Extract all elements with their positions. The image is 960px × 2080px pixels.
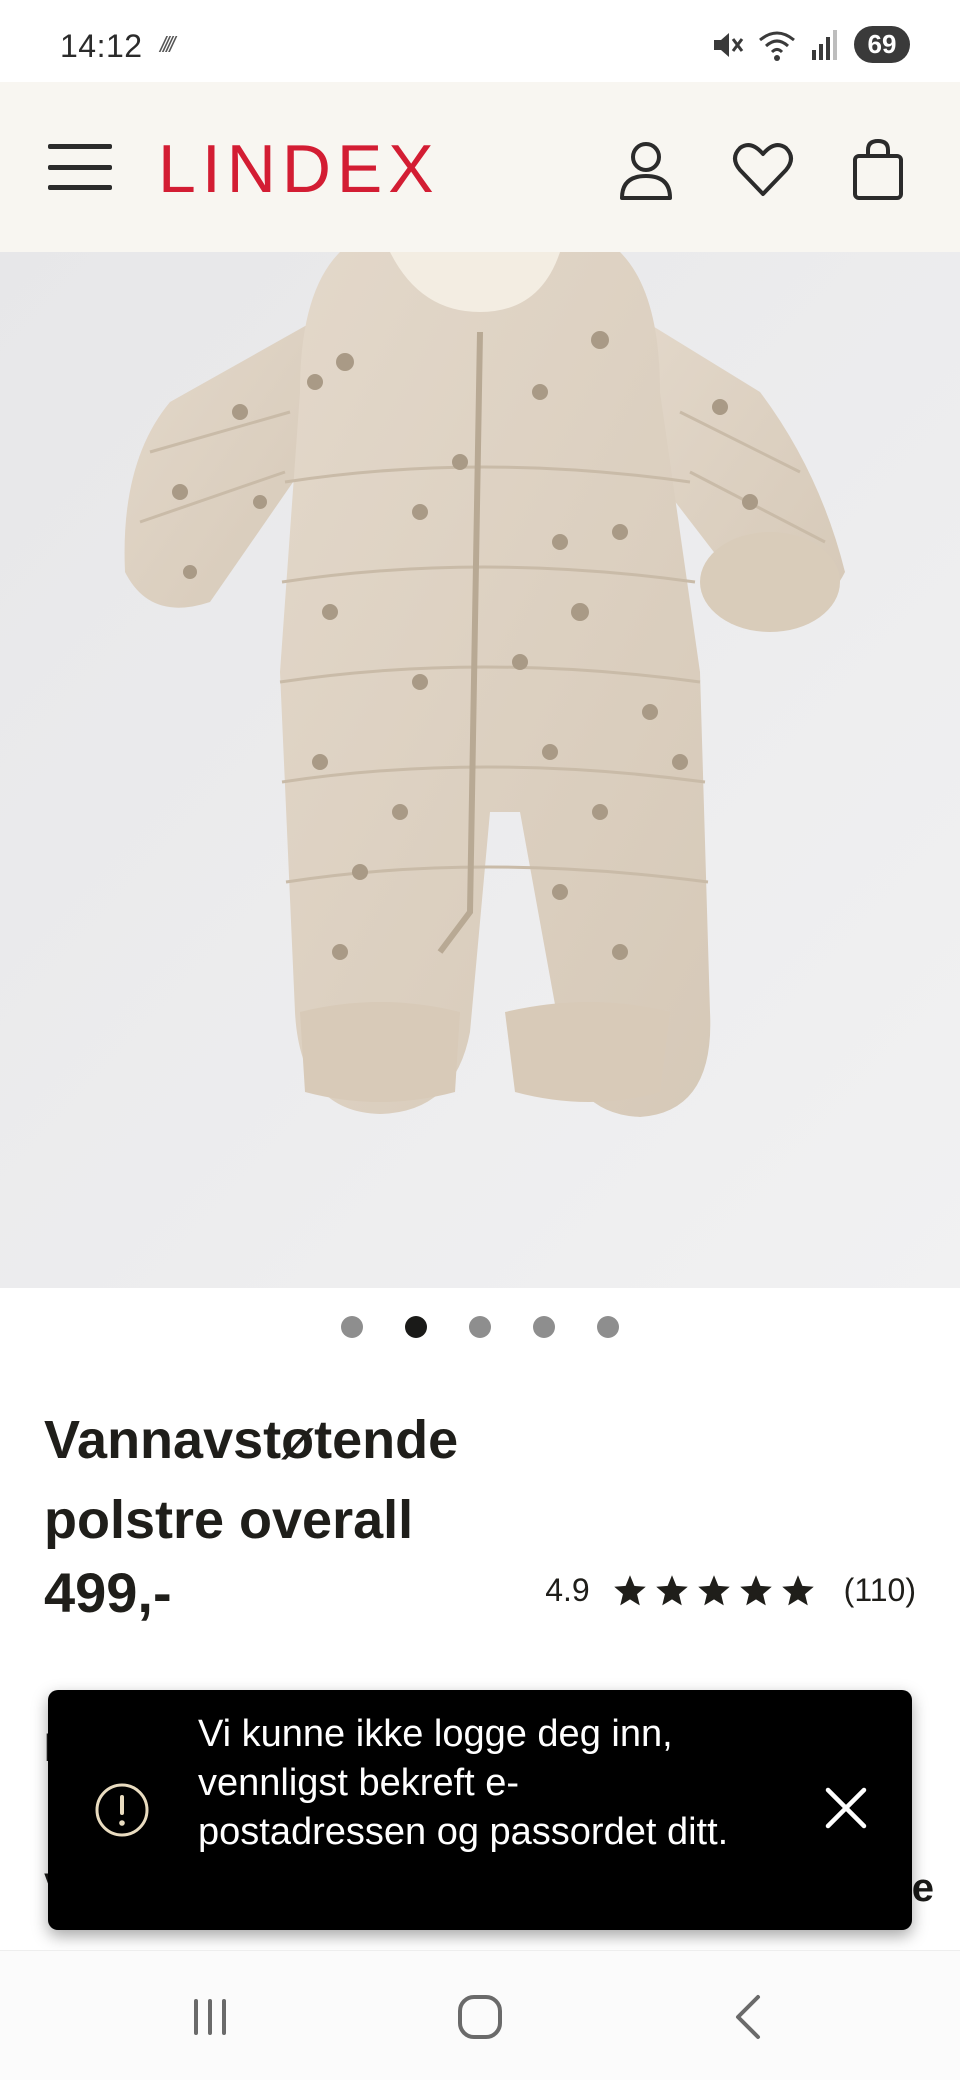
hidden-text-fragment: e	[911, 1866, 934, 1910]
gallery-pagination	[0, 1316, 960, 1338]
gallery-dot-active[interactable]	[405, 1316, 427, 1338]
status-data-indicator: ////	[160, 32, 176, 57]
wifi-icon	[759, 31, 795, 61]
signal-icon	[812, 29, 837, 60]
menu-icon[interactable]	[48, 144, 112, 190]
product-image-gallery[interactable]	[0, 252, 960, 1288]
product-price: 499,-	[44, 1561, 172, 1624]
rating-score: 4.9	[545, 1572, 590, 1608]
product-rating[interactable]: 4.9 (110)	[545, 1572, 916, 1609]
product-title: Vannavstøtende polstre overall	[44, 1410, 459, 1550]
home-icon[interactable]	[450, 1987, 510, 2047]
lindex-logo[interactable]: LINDEX	[158, 130, 440, 208]
bag-icon[interactable]	[852, 138, 904, 202]
mute-icon	[714, 32, 744, 57]
star-icon	[613, 1574, 646, 1605]
star-icon	[739, 1574, 772, 1605]
gallery-dot[interactable]	[533, 1316, 555, 1338]
heart-icon[interactable]	[732, 138, 794, 202]
toast-message: Vi kunne ikke logge deg inn, vennligst b…	[198, 1713, 729, 1853]
alert-circle-icon	[95, 1783, 149, 1837]
battery-indicator: 69	[854, 26, 910, 63]
login-error-toast: Vi kunne ikke logge deg inn, vennligst b…	[48, 1690, 912, 1930]
status-icons: 69	[710, 26, 910, 63]
rating-count: (110)	[843, 1572, 916, 1608]
site-header: LINDEX	[0, 82, 960, 252]
back-icon[interactable]	[720, 1987, 780, 2047]
product-image	[0, 252, 960, 1288]
star-icon	[781, 1574, 814, 1605]
status-bar: 14:12 //// 69	[0, 0, 960, 82]
gallery-dot[interactable]	[341, 1316, 363, 1338]
star-icon	[655, 1574, 688, 1605]
recents-icon[interactable]	[180, 1987, 240, 2047]
gallery-dot[interactable]	[597, 1316, 619, 1338]
status-time: 14:12	[60, 28, 143, 64]
star-icon	[697, 1574, 730, 1605]
close-icon[interactable]	[820, 1782, 872, 1834]
system-navigation-bar	[0, 1950, 960, 2080]
rating-stars	[612, 1573, 816, 1609]
gallery-dot[interactable]	[469, 1316, 491, 1338]
user-icon[interactable]	[616, 138, 676, 202]
